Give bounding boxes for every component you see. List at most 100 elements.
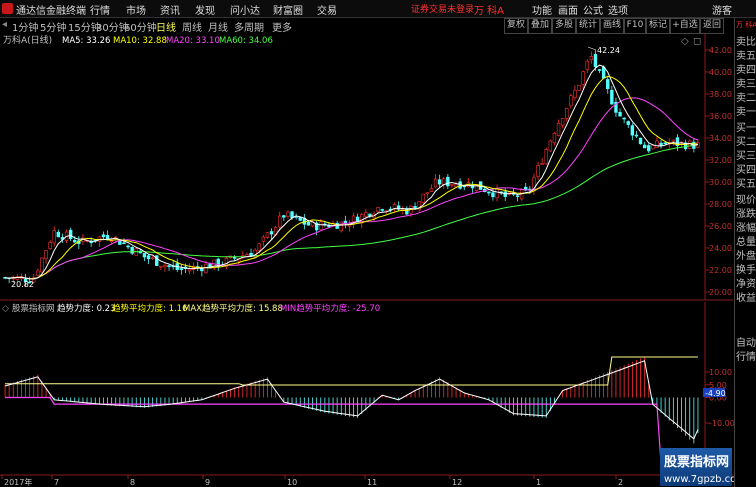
x-tick-label: 9 [205, 478, 210, 487]
panel-tab-quotes[interactable]: 行情 [736, 352, 756, 363]
candle-body [577, 84, 581, 91]
x-tick-label: 10 [287, 478, 297, 487]
candle-body [663, 142, 667, 145]
candle-body [269, 231, 274, 235]
y-tick-label: 30.00 [709, 178, 732, 187]
candle-body [593, 54, 598, 68]
trend-min-label: MIN趋势平均力度: -25.70 [280, 303, 380, 314]
quote-panel-stock: 万 科A [736, 21, 756, 29]
indicator-y-axis: 10.005.000.00-10.00 [705, 368, 734, 428]
quote-ask-2: 卖二 [736, 93, 756, 104]
candle-body [109, 240, 114, 243]
candle-body [126, 245, 130, 248]
candle-body [278, 215, 282, 228]
candle-body [257, 243, 261, 251]
candle-body [146, 255, 151, 260]
candle-body [487, 191, 491, 194]
candle-body [56, 231, 61, 238]
candle-body [339, 221, 343, 232]
chart-close-icon[interactable]: ◻ [693, 36, 701, 47]
trend-strength-label: 趋势力度: 0.23 [57, 303, 116, 314]
candle-body [450, 184, 454, 186]
quote-volume: 总量 [736, 237, 756, 248]
chart-area[interactable]: 万科A(日线) MA5: 33.26 MA10: 32.88 MA20: 33.… [0, 0, 734, 487]
y-tick-label: 32.00 [709, 156, 732, 165]
candle-body [515, 195, 520, 197]
candle-body [364, 212, 368, 217]
candle-body [642, 144, 647, 149]
y-tick-label: 28.00 [709, 200, 732, 209]
quote-bid-5: 买五 [736, 179, 756, 190]
quote-change: 涨跌 [736, 209, 756, 220]
quote-ask-5: 卖五 [736, 51, 756, 62]
ma20-label: MA20: 33.10 [166, 36, 220, 46]
candle-body [671, 139, 676, 142]
candle-body [179, 268, 184, 270]
candle-body [261, 236, 266, 242]
quote-turnover: 换手 [736, 265, 756, 276]
candle-body [581, 71, 585, 85]
candle-body [187, 268, 192, 272]
watermark-title: 股票指标网 [664, 454, 729, 470]
quote-bid-4: 买四 [736, 165, 756, 176]
indicator-tick-label: -10.00 [709, 419, 734, 428]
candle-body [429, 188, 434, 192]
candle-body [130, 247, 134, 254]
candle-body [569, 95, 573, 107]
candle-body [622, 117, 626, 120]
candle-body [421, 193, 425, 203]
candle-body [290, 211, 294, 218]
chart-settings-icon[interactable]: ◇ [681, 36, 689, 47]
panel-tab-auto[interactable]: 自动 [736, 338, 756, 349]
candle-body [540, 163, 544, 165]
candle-body [425, 192, 430, 195]
y-tick-label: 20.00 [709, 288, 732, 297]
trend-avg-line [4, 360, 699, 440]
candle-body [626, 121, 630, 125]
candle-body [68, 229, 73, 240]
candle-body [446, 176, 450, 187]
candle-body [651, 145, 655, 150]
candle-body [544, 149, 548, 165]
indicator-tick-label: 10.00 [709, 368, 732, 377]
candle-body [437, 179, 442, 185]
y-tick-label: 34.00 [709, 134, 732, 143]
ma5-label: MA5: 33.26 [62, 36, 110, 46]
y-tick-label: 24.00 [709, 244, 732, 253]
quote-outer: 外盘 [736, 251, 756, 262]
ma10-line [4, 75, 698, 280]
candle-body [659, 142, 663, 146]
candle-body [101, 234, 106, 238]
watermark-url: www.7gpzb.com [664, 474, 734, 485]
trend-max-label: MAX趋势平均力度: 15.88 [183, 303, 283, 314]
indicator-settings-icon[interactable]: ◇ [2, 304, 9, 314]
x-axis: 2017年 7 8 9 10 11 12 1 2 [1, 475, 623, 487]
candle-body [536, 165, 540, 177]
quote-ask-4: 卖四 [736, 65, 756, 76]
candle-body [122, 242, 126, 245]
candle-body [232, 256, 237, 259]
candle-body [565, 108, 569, 119]
y-tick-label: 40.00 [709, 68, 732, 77]
candle-body [630, 125, 635, 136]
candle-body [548, 140, 553, 152]
y-tick-label: 26.00 [709, 222, 732, 231]
quote-earnings: 收益 [736, 293, 756, 304]
candle-body [454, 184, 458, 188]
candle-body [73, 239, 77, 243]
candle-body [634, 134, 639, 137]
candle-body [204, 263, 208, 274]
candle-body [319, 221, 323, 230]
y-tick-label: 38.00 [709, 90, 732, 99]
candle-body [44, 250, 48, 260]
ma5-line [4, 64, 698, 280]
candle-body [40, 257, 44, 273]
candle-body [597, 69, 602, 71]
indicator-bars [4, 356, 699, 444]
candle-body [167, 265, 171, 267]
candle-body [442, 178, 446, 185]
high-pointer [587, 46, 597, 51]
candle-body [392, 204, 397, 209]
y-tick-label: 22.00 [709, 266, 732, 275]
quote-bid-1: 买一 [736, 123, 756, 134]
